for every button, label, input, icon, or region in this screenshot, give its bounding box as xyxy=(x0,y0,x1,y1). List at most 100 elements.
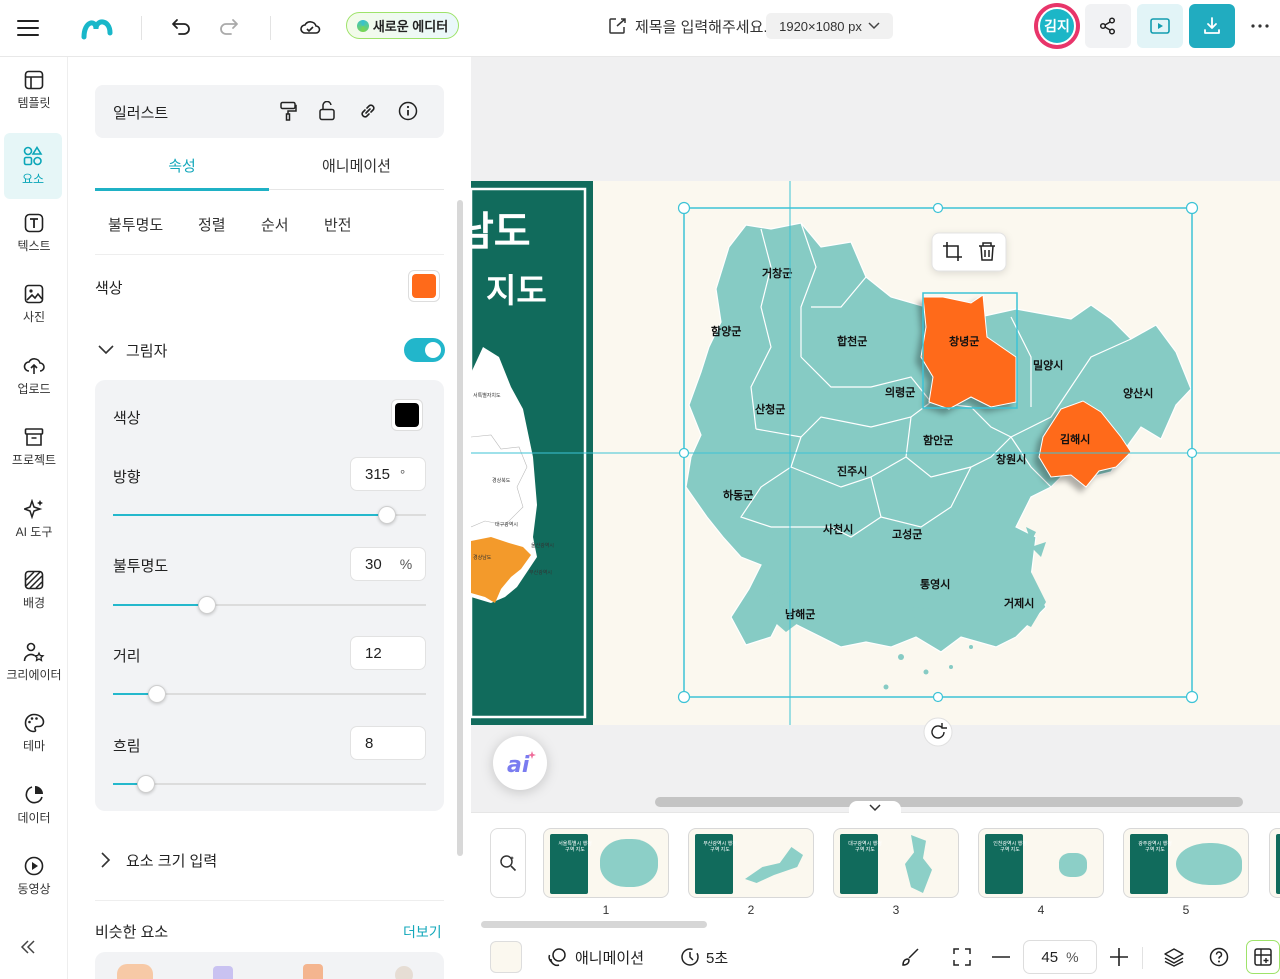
fit-screen-icon[interactable] xyxy=(948,943,976,971)
subtab-align[interactable]: 정렬 xyxy=(198,214,226,235)
size-input-label[interactable]: 요소 크기 입력 xyxy=(126,850,217,871)
page-number: 5 xyxy=(1182,903,1190,917)
collapse-pages-button[interactable] xyxy=(849,801,901,815)
rail-item-templates[interactable]: 템플릿 xyxy=(0,57,68,123)
page-bg-color-swatch[interactable] xyxy=(490,941,522,973)
region-label: 양산시 xyxy=(1123,386,1153,400)
brush-icon[interactable] xyxy=(896,943,924,971)
rotate-handle[interactable] xyxy=(923,717,953,747)
region-label: 함안군 xyxy=(923,433,953,447)
duration-button[interactable]: 5초 xyxy=(680,943,728,971)
page-thumbnail[interactable] xyxy=(1269,828,1280,898)
left-rail: 템플릿 요소 텍스트 사진 업로드 프로젝트 AI 도구 배경 크리에이터 테마… xyxy=(0,57,68,979)
page-thumbnail[interactable]: 부산광역시 행정구역 지도 xyxy=(688,828,814,898)
zoom-input[interactable]: 45 % xyxy=(1023,940,1097,974)
rail-item-data[interactable]: 데이터 xyxy=(0,772,68,838)
more-link[interactable]: 더보기 xyxy=(403,922,442,942)
rail-item-theme[interactable]: 테마 xyxy=(0,700,68,766)
doc-title-input[interactable]: 제목을 입력해주세요. xyxy=(635,16,768,37)
redo-icon[interactable] xyxy=(216,14,242,40)
zoom-out-button[interactable] xyxy=(989,943,1013,971)
rail-item-ai-tools[interactable]: AI 도구 xyxy=(0,486,68,552)
slider-handle[interactable] xyxy=(136,775,155,793)
preview-button[interactable] xyxy=(1137,4,1183,48)
similar-element-thumb[interactable] xyxy=(303,964,323,979)
rail-item-creator[interactable]: 크리에이터 xyxy=(0,629,68,695)
direction-input[interactable]: 315 ° xyxy=(350,457,426,491)
design-page[interactable]: 남도 지도 서특별자치도 경상북도 대구광역시 울산광역시 경상남도 부산광역시… xyxy=(471,57,1280,812)
shadow-color-swatch[interactable] xyxy=(391,399,423,431)
shadow-toggle[interactable] xyxy=(404,338,445,362)
link-icon[interactable] xyxy=(356,99,380,123)
zoom-unit: % xyxy=(1066,949,1079,965)
direction-slider[interactable] xyxy=(113,506,426,524)
slider-handle[interactable] xyxy=(197,596,216,614)
tab-properties[interactable]: 속성 xyxy=(95,155,269,191)
animation-button[interactable]: 애니메이션 xyxy=(547,943,644,971)
undo-icon[interactable] xyxy=(168,14,194,40)
page-thumbnail[interactable]: 인천광역시 행정구역 지도 xyxy=(978,828,1104,898)
page-thumbnail[interactable]: 서울특별시 행정구역 지도 xyxy=(543,828,669,898)
region-label: 진주시 xyxy=(837,464,867,478)
download-button[interactable] xyxy=(1189,4,1235,48)
rail-item-elements[interactable]: 요소 xyxy=(4,133,62,199)
rail-item-upload[interactable]: 업로드 xyxy=(0,343,68,409)
floating-toolbar xyxy=(931,232,1007,272)
blur-input[interactable]: 8 xyxy=(350,726,426,760)
opacity-input[interactable]: 30 % xyxy=(350,547,426,581)
page-thumbnail[interactable]: 광주광역시 행정구역 지도 xyxy=(1123,828,1249,898)
subtab-order[interactable]: 순서 xyxy=(261,214,289,235)
help-icon[interactable] xyxy=(1205,943,1233,971)
text-icon xyxy=(24,213,44,232)
new-editor-button[interactable]: 새로운 에디터 xyxy=(346,12,459,39)
logo-icon[interactable] xyxy=(80,12,114,44)
slider-handle[interactable] xyxy=(147,685,166,703)
similar-element-thumb[interactable] xyxy=(213,966,233,979)
rail-item-projects[interactable]: 프로젝트 xyxy=(0,414,68,480)
similar-element-thumb[interactable] xyxy=(395,966,413,979)
opacity-unit: % xyxy=(399,556,413,572)
pages-grid-button[interactable] xyxy=(1246,940,1280,974)
opacity-slider[interactable] xyxy=(113,596,426,614)
tab-animation[interactable]: 애니메이션 xyxy=(269,155,444,191)
zoom-in-button[interactable] xyxy=(1107,943,1131,971)
similar-element-thumb[interactable] xyxy=(117,964,153,979)
ai-icon: ai xyxy=(507,753,530,778)
page-thumbnail[interactable]: 대구광역시 행정구역 지도 xyxy=(833,828,959,898)
panel-scrollbar[interactable] xyxy=(457,200,463,856)
size-dropdown[interactable]: 1920×1080 px xyxy=(766,13,893,39)
menu-icon[interactable] xyxy=(14,15,42,41)
shadow-collapse-toggle[interactable] xyxy=(95,341,117,359)
fill-color-swatch[interactable] xyxy=(408,270,440,302)
collapse-rail-button[interactable] xyxy=(14,933,42,961)
avatar[interactable]: 김지 xyxy=(1034,3,1080,49)
direction-unit: ° xyxy=(400,466,406,482)
size-input-expand[interactable] xyxy=(98,851,114,869)
shadow-settings: 색상 방향 315 ° 불투명도 30 % 거리 12 흐림 8 xyxy=(95,380,444,811)
unlock-icon[interactable] xyxy=(315,99,339,123)
rail-item-video[interactable]: 동영상 xyxy=(0,843,68,909)
slider-handle[interactable] xyxy=(377,506,396,524)
rail-item-photos[interactable]: 사진 xyxy=(0,271,68,337)
creator-icon xyxy=(23,642,45,662)
upload-icon xyxy=(23,357,45,374)
layers-icon[interactable] xyxy=(1160,943,1188,971)
page-number: 4 xyxy=(1037,903,1045,917)
photo-icon xyxy=(24,284,44,303)
share-button[interactable] xyxy=(1085,4,1131,48)
canvas-scrollbar[interactable] xyxy=(655,797,1243,807)
cloud-saved-icon[interactable] xyxy=(297,14,323,40)
minus-icon xyxy=(992,956,1010,958)
subtab-opacity[interactable]: 불투명도 xyxy=(108,214,163,235)
info-icon[interactable] xyxy=(396,99,420,123)
rail-item-background[interactable]: 배경 xyxy=(0,557,68,623)
page-search-button[interactable] xyxy=(490,828,526,898)
format-paint-icon[interactable] xyxy=(276,99,300,123)
rail-item-text[interactable]: 텍스트 xyxy=(0,200,68,266)
distance-input[interactable]: 12 xyxy=(350,636,426,670)
subtab-flip[interactable]: 반전 xyxy=(324,214,352,235)
distance-slider[interactable] xyxy=(113,685,426,703)
blur-slider[interactable] xyxy=(113,775,426,793)
pages-scrollbar[interactable] xyxy=(481,921,707,928)
more-options-button[interactable] xyxy=(1240,4,1280,48)
